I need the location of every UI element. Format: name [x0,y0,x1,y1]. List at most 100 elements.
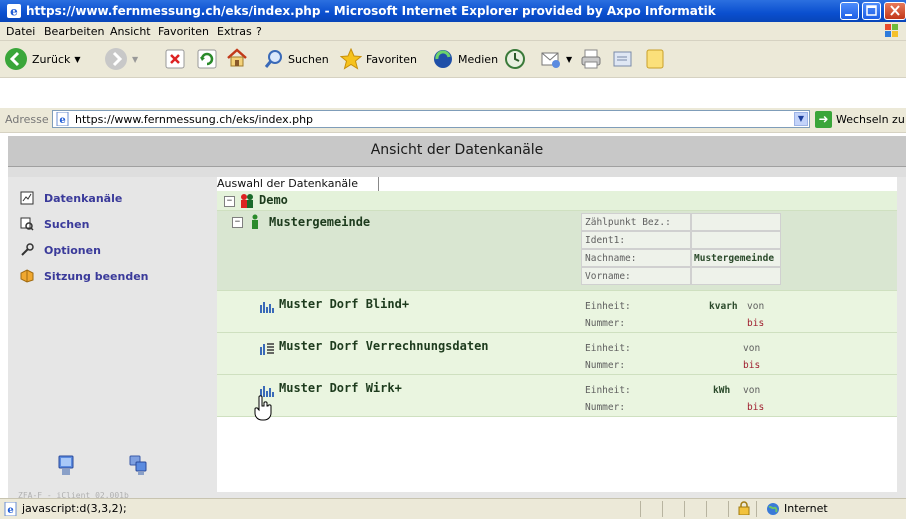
media-label: Medien [458,52,499,66]
address-url: https://www.fernmessung.ch/eks/index.php [75,113,314,126]
nummer-label: Nummer: [585,318,626,329]
sidebar-item-sitzung-beenden[interactable]: Sitzung beenden [20,269,149,283]
tree-row-channel: Muster Dorf Wirk+ Einheit: kWh von Numme… [217,375,897,417]
svg-text:e: e [7,505,13,516]
nummer-label: Nummer: [585,360,626,371]
globe-icon [767,503,779,515]
einheit-value: kWh [713,385,731,396]
wrench-icon [21,243,34,256]
field-label: Ident1: [585,235,626,246]
von-label: von [743,385,761,396]
einheit-label: Einheit: [585,343,631,354]
menu-favoriten[interactable]: Favoriten [158,25,209,38]
nummer-label: Nummer: [585,402,626,413]
ie-icon: e [7,4,21,19]
search-button[interactable]: Suchen [264,49,329,69]
collapse-toggle[interactable]: − [224,196,235,207]
tree-row-channel: Muster Dorf Blind+ Einheit: kvarh von Nu… [217,291,897,333]
status-divider [756,501,757,517]
tree-row-demo: − Demo [217,191,897,211]
svg-text:e: e [10,5,18,19]
page-header: Ansicht der Datenkanäle [8,136,906,167]
security-zone: Internet [784,502,828,515]
chart-icon [20,191,34,205]
bis-label: bis [743,360,761,371]
sidebar-item-optionen[interactable]: Optionen [20,243,101,257]
mail-icon [541,52,560,68]
menu-datei[interactable]: Datei [6,25,35,38]
einheit-label: Einheit: [585,385,631,396]
logout-icon [20,269,34,283]
breadcrumb: Auswahl der Datenkanäle [217,177,379,191]
search-label: Suchen [288,52,329,66]
address-bar: Adresse e https://www.fernmessung.ch/eks… [0,108,906,133]
field-label: Vorname: [585,271,631,282]
collapse-toggle[interactable]: − [232,217,243,228]
tree-row-mustergemeinde: − Mustergemeinde Zählpunkt Bez.: Ident1:… [217,211,897,291]
chevron-down-icon: ▼ [132,54,139,64]
status-divider [640,501,641,517]
status-divider [728,501,729,517]
back-button[interactable]: Zurück ▼ [4,47,81,71]
address-label: Adresse [5,113,49,126]
sidebar-item-datenkanaele[interactable]: Datenkanäle [20,191,122,205]
lock-icon [738,501,750,515]
home-icon[interactable] [226,47,248,69]
bis-label: bis [747,402,765,413]
menu-bar: Datei Bearbeiten Ansicht Favoriten Extra… [0,22,906,41]
maximize-button[interactable] [862,2,881,20]
messenger-icon[interactable] [644,48,666,70]
menu-bearbeiten[interactable]: Bearbeiten [44,25,104,38]
tree-node-channel[interactable]: Muster Dorf Verrechnungsdaten [279,339,489,353]
address-dropdown-icon[interactable]: ▼ [794,112,808,126]
main-panel: Auswahl der Datenkanäle − Demo − Musterg… [208,177,906,498]
refresh-icon[interactable] [196,48,218,70]
tree-node-demo[interactable]: Demo [259,193,288,207]
einheit-label: Einheit: [585,301,631,312]
hand-cursor-icon [254,395,272,421]
edit-icon[interactable] [612,48,634,70]
stop-icon[interactable] [164,48,186,70]
sidebar-item-suchen[interactable]: Suchen [20,217,89,231]
status-divider [706,501,707,517]
mail-button[interactable]: ▼ [540,48,572,70]
sidebar-item-label: Datenkanäle [44,191,123,205]
tree-node-channel[interactable]: Muster Dorf Blind+ [279,297,409,311]
back-arrow-icon [5,48,27,70]
back-label: Zurück [32,52,71,66]
status-bar: e javascript:d(3,3,2); Internet [0,498,906,519]
minimize-button[interactable] [840,2,859,20]
forward-button[interactable]: ▼ [104,47,138,71]
forward-arrow-icon [105,48,127,70]
media-button[interactable]: Medien [432,48,498,70]
title-bar: e https://www.fernmessung.ch/eks/index.p… [0,0,906,22]
chevron-down-icon: ▼ [566,54,573,64]
tree-node-channel[interactable]: Muster Dorf Wirk+ [279,381,402,395]
status-divider [684,501,685,517]
tree-node-mustergemeinde[interactable]: Mustergemeinde [269,215,370,229]
address-input[interactable]: e https://www.fernmessung.ch/eks/index.p… [52,110,810,128]
windows-logo-icon [885,24,898,37]
field-label: Zählpunkt Bez.: [585,217,671,228]
go-arrow-icon[interactable]: ➜ [815,111,832,128]
go-button[interactable]: Wechseln zu [836,113,905,126]
sidebar-item-label: Optionen [44,243,101,257]
menu-ansicht[interactable]: Ansicht [110,25,151,38]
close-button[interactable] [884,2,906,20]
history-icon[interactable] [504,48,526,70]
sidebar: Datenkanäle Suchen Optionen Sitzung been… [8,177,208,500]
computer-icon[interactable] [56,455,76,477]
status-text: javascript:d(3,3,2); [22,502,127,515]
svg-text:e: e [59,115,65,126]
sidebar-item-label: Suchen [44,217,90,231]
toolbar: Zurück ▼ ▼ Suchen Favoriten Medien ▼ [0,41,906,78]
menu-extras[interactable]: Extras [217,25,252,38]
search-icon [20,217,34,231]
print-icon[interactable] [580,48,602,70]
network-icon[interactable] [128,455,148,477]
favorites-button[interactable]: Favoriten [340,48,417,70]
sidebar-item-label: Sitzung beenden [44,269,149,283]
person-icon [252,214,258,229]
menu-help[interactable]: ? [256,25,262,38]
search-icon [264,50,282,68]
